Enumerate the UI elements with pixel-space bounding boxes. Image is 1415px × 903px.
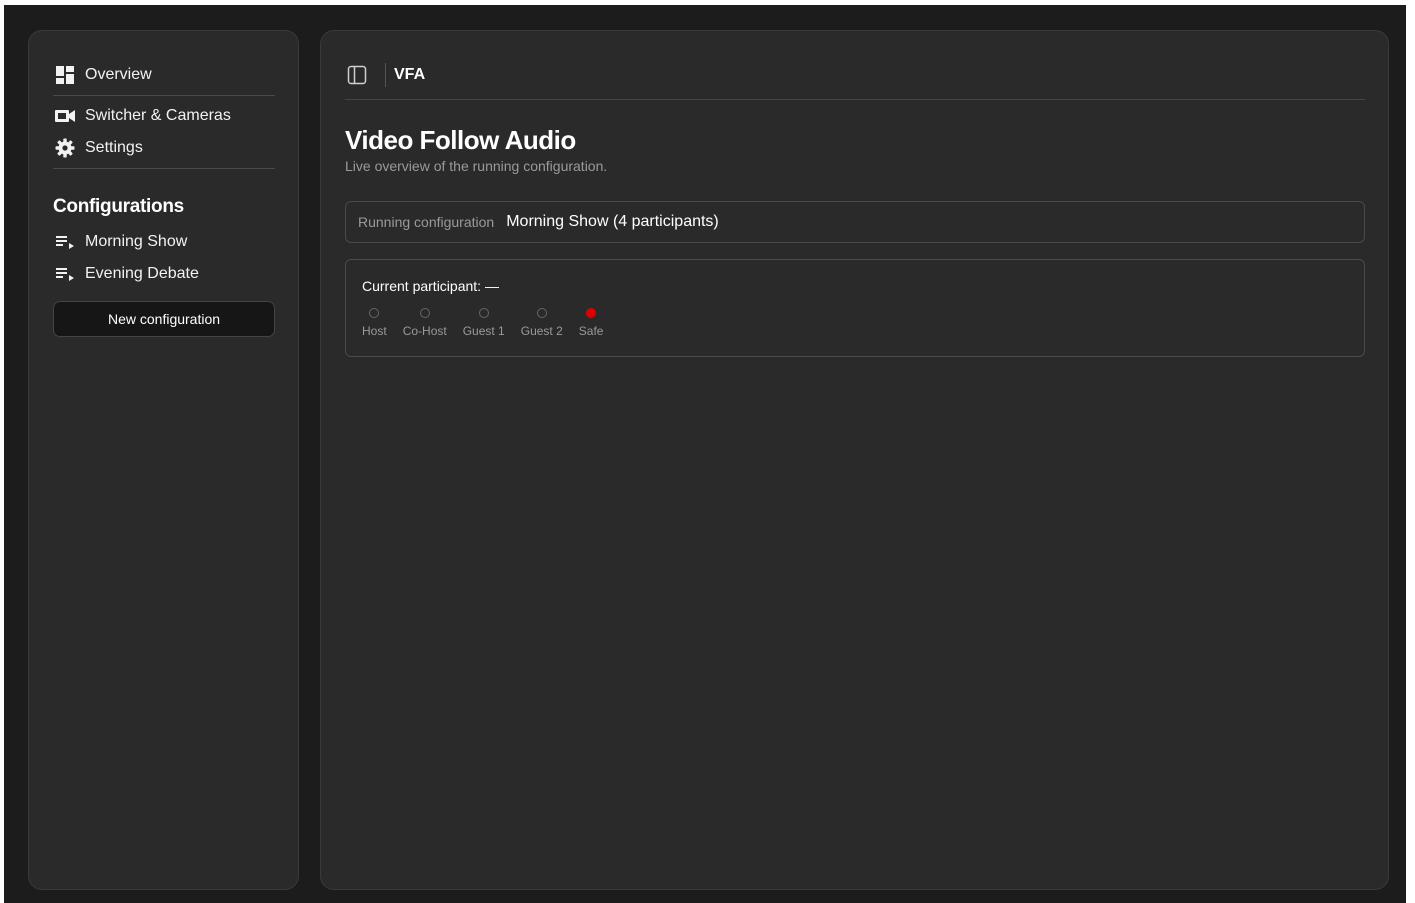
- nav-item-label: Overview: [85, 66, 152, 83]
- nav-item-overview[interactable]: Overview: [55, 63, 152, 87]
- main-panel: VFA Video Follow Audio Live overview of …: [320, 30, 1389, 890]
- breadcrumb: VFA: [394, 66, 426, 83]
- running-configuration-card: Running configuration Morning Show (4 pa…: [345, 201, 1365, 243]
- config-item-label: Evening Debate: [85, 265, 199, 282]
- new-configuration-button[interactable]: New configuration: [53, 301, 275, 337]
- sidebar-toggle-button[interactable]: [345, 63, 369, 87]
- topbar-separator: [385, 63, 386, 87]
- participant-status-dot: [536, 308, 547, 318]
- participant-label: Safe: [578, 324, 604, 338]
- participant-co-host: Co-Host: [403, 308, 447, 338]
- participant-label: Co-Host: [402, 324, 447, 338]
- participant-label: Guest 1: [462, 324, 505, 338]
- sidebar-divider: [53, 95, 275, 96]
- nav-item-label: Settings: [85, 139, 143, 156]
- participant-guest-1: Guest 1: [463, 308, 505, 338]
- config-item-morning-show[interactable]: Morning Show: [55, 230, 187, 254]
- page-subtitle: Live overview of the running configurati…: [345, 158, 608, 174]
- config-item-evening-debate[interactable]: Evening Debate: [55, 262, 199, 286]
- participant-guest-2: Guest 2: [521, 308, 563, 338]
- participant-safe: Safe: [578, 308, 604, 338]
- nav-item-label: Switcher & Cameras: [85, 107, 231, 124]
- dashboard-icon: [55, 65, 75, 85]
- sidebar: Overview Switcher & Cameras Settings Con…: [28, 30, 299, 890]
- running-configuration-label: Running configuration: [358, 214, 495, 230]
- sidebar-toggle-icon: [347, 65, 367, 85]
- video-camera-icon: [55, 106, 75, 126]
- participant-status-dot: [586, 308, 597, 318]
- current-participant-label: Current participant: —: [362, 278, 499, 294]
- participant-label: Host: [362, 324, 387, 338]
- nav-item-settings[interactable]: Settings: [55, 136, 143, 160]
- app-frame: Overview Switcher & Cameras Settings Con…: [4, 5, 1406, 903]
- configurations-heading: Configurations: [53, 196, 184, 217]
- config-item-label: Morning Show: [85, 233, 188, 250]
- nav-item-switcher-cameras[interactable]: Switcher & Cameras: [55, 104, 231, 128]
- participant-host: Host: [362, 308, 387, 338]
- page-title: Video Follow Audio: [345, 125, 576, 155]
- header-divider: [345, 99, 1365, 100]
- sidebar-divider: [53, 168, 275, 169]
- participant-status-dot: [369, 308, 380, 318]
- participant-indicators: Host Co-Host Guest 1 Guest 2 Safe: [362, 308, 619, 338]
- topbar: VFA: [345, 61, 425, 89]
- participant-label: Guest 2: [520, 324, 563, 338]
- current-participant-card: Current participant: — Host Co-Host Gues…: [345, 259, 1365, 357]
- running-configuration-value: Morning Show (4 participants): [506, 213, 719, 230]
- participant-status-dot: [419, 308, 430, 318]
- gear-icon: [55, 138, 75, 158]
- participant-status-dot: [478, 308, 489, 318]
- playlist-play-icon: [55, 264, 75, 284]
- playlist-play-icon: [55, 232, 75, 252]
